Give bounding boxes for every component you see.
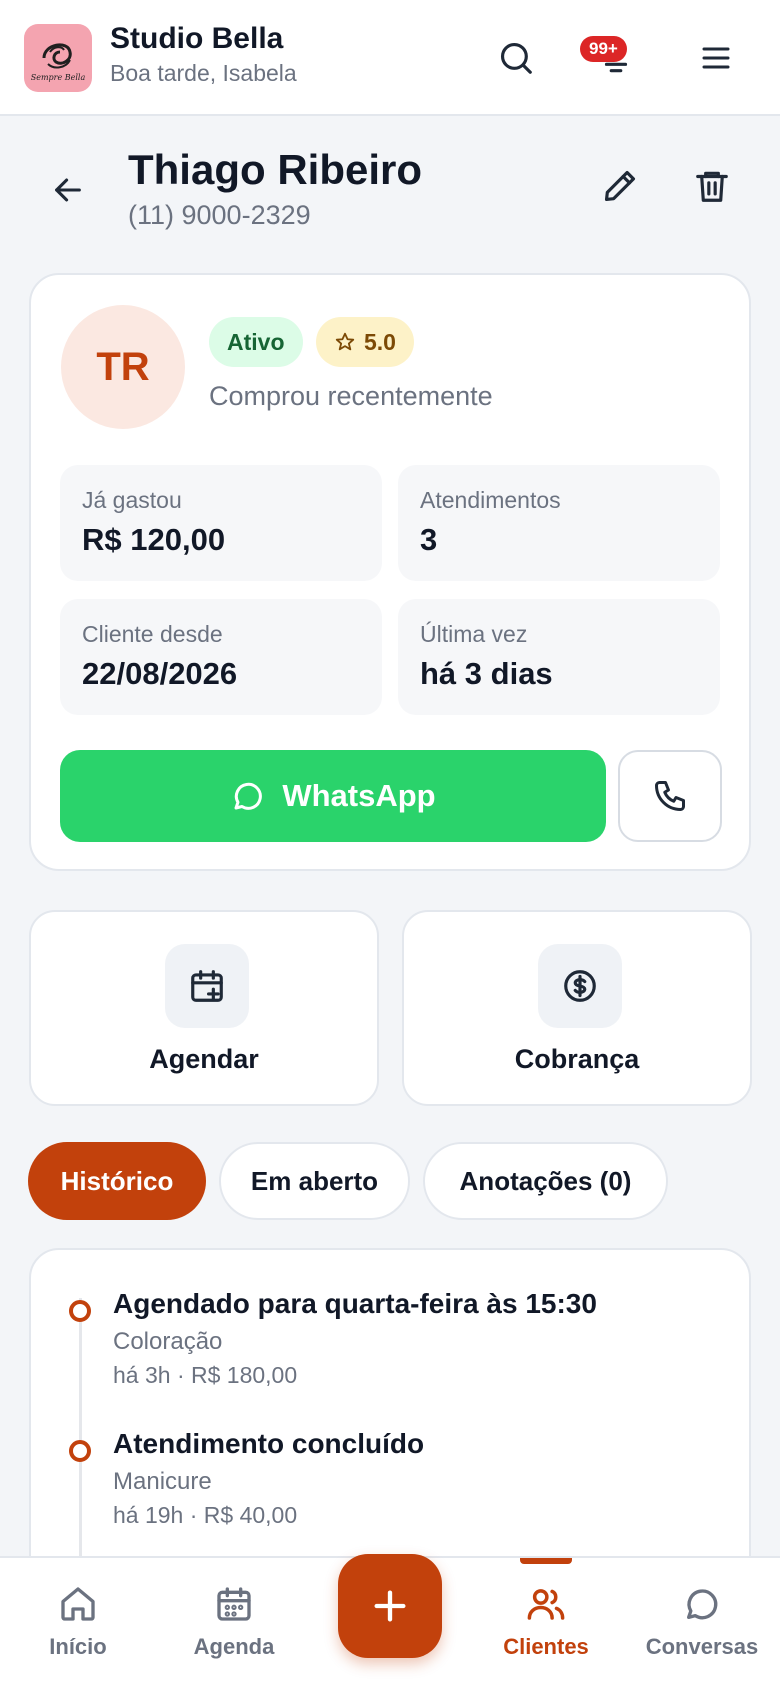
search-icon [500, 42, 532, 74]
stat-label: Atendimentos [420, 487, 561, 513]
app-logo: Sempre Bella [24, 24, 92, 92]
client-note: Comprou recentemente [209, 381, 493, 411]
tab-open[interactable]: Em aberto [219, 1142, 410, 1220]
rating-value: 5.0 [364, 328, 396, 355]
billing-action[interactable]: Cobrança [402, 910, 752, 1106]
stat-last-visit: Última vez há 3 dias [398, 599, 720, 715]
stat-client-since: Cliente desde 22/08/2026 [60, 599, 382, 715]
stat-value: 22/08/2026 [82, 656, 238, 691]
pencil-icon [604, 170, 636, 202]
edit-button[interactable] [592, 158, 648, 214]
tab-notes[interactable]: Anotações (0) [423, 1142, 668, 1220]
app-header: Sempre Bella Studio Bella Boa tarde, Isa… [0, 0, 780, 116]
menu-button[interactable] [688, 30, 744, 86]
nav-home[interactable]: Início [18, 1580, 138, 1660]
trash-icon [696, 171, 728, 202]
whatsapp-button-label: WhatsApp [282, 778, 436, 813]
nav-conversations-label: Conversas [645, 1634, 759, 1659]
nav-agenda[interactable]: Agenda [174, 1580, 294, 1660]
client-name: Thiago Ribeiro [128, 146, 422, 193]
billing-action-label: Cobrança [514, 1044, 640, 1074]
nav-home-label: Início [49, 1634, 107, 1659]
stat-appointments: Atendimentos 3 [398, 465, 720, 581]
status-badge: Ativo [209, 317, 303, 367]
stat-label: Já gastou [82, 487, 182, 513]
stat-value: há 3 dias [420, 656, 553, 691]
history-item-meta: há 3h · R$ 180,00 [113, 1362, 298, 1388]
status-badge-label: Ativo [227, 328, 285, 355]
notifications-badge: 99+ [580, 36, 627, 62]
call-button[interactable] [618, 750, 722, 842]
history-item-service: Manicure [113, 1468, 212, 1495]
search-button[interactable] [488, 30, 544, 86]
nav-clients-label: Clientes [503, 1634, 589, 1659]
timeline-dot [69, 1300, 91, 1322]
rating-badge: 5.0 [316, 317, 414, 367]
stat-label: Cliente desde [82, 621, 223, 647]
app-title: Studio Bella [110, 22, 284, 55]
greeting-text: Boa tarde, Isabela [110, 60, 297, 86]
arrow-left-icon [55, 178, 81, 202]
schedule-action[interactable]: Agendar [29, 910, 379, 1106]
svg-text:Sempre Bella: Sempre Bella [31, 73, 86, 82]
client-avatar: TR [61, 305, 185, 429]
stat-label: Última vez [420, 621, 528, 647]
chat-icon [687, 1589, 718, 1620]
nav-conversations[interactable]: Conversas [642, 1580, 762, 1660]
nav-clients[interactable]: Clientes [486, 1580, 606, 1660]
history-item-meta: há 19h · R$ 40,00 [113, 1502, 298, 1528]
stat-total-spent: Já gastou R$ 120,00 [60, 465, 382, 581]
delete-button[interactable] [684, 158, 740, 214]
tab-history[interactable]: Histórico [28, 1142, 206, 1220]
whatsapp-chat-icon [234, 782, 263, 810]
client-phone: (11) 9000-2329 [128, 200, 311, 230]
add-button[interactable] [338, 1554, 442, 1658]
stat-value: R$ 120,00 [82, 522, 226, 557]
plus-icon [374, 1590, 406, 1622]
history-item-service: Coloração [113, 1328, 223, 1355]
calendar-icon [217, 1587, 251, 1621]
stat-value: 3 [420, 522, 438, 557]
calendar-plus-icon [165, 944, 249, 1028]
dollar-circle-icon [538, 944, 622, 1028]
users-icon [527, 1589, 565, 1620]
active-tab-indicator [520, 1558, 572, 1564]
schedule-action-label: Agendar [149, 1044, 259, 1074]
star-icon [335, 332, 355, 351]
history-item-title: Agendado para quarta-feira às 15:30 [113, 1288, 597, 1319]
client-summary-card: TR Ativo 5.0 Comprou recentemente Já gas… [29, 273, 751, 871]
hamburger-menu-icon [702, 47, 730, 69]
home-icon [61, 1587, 95, 1621]
timeline-dot [69, 1440, 91, 1462]
back-button[interactable] [40, 162, 96, 218]
phone-icon [655, 781, 685, 811]
whatsapp-button[interactable]: WhatsApp [60, 750, 606, 842]
history-item-title: Atendimento concluído [113, 1428, 425, 1459]
nav-agenda-label: Agenda [193, 1634, 275, 1659]
